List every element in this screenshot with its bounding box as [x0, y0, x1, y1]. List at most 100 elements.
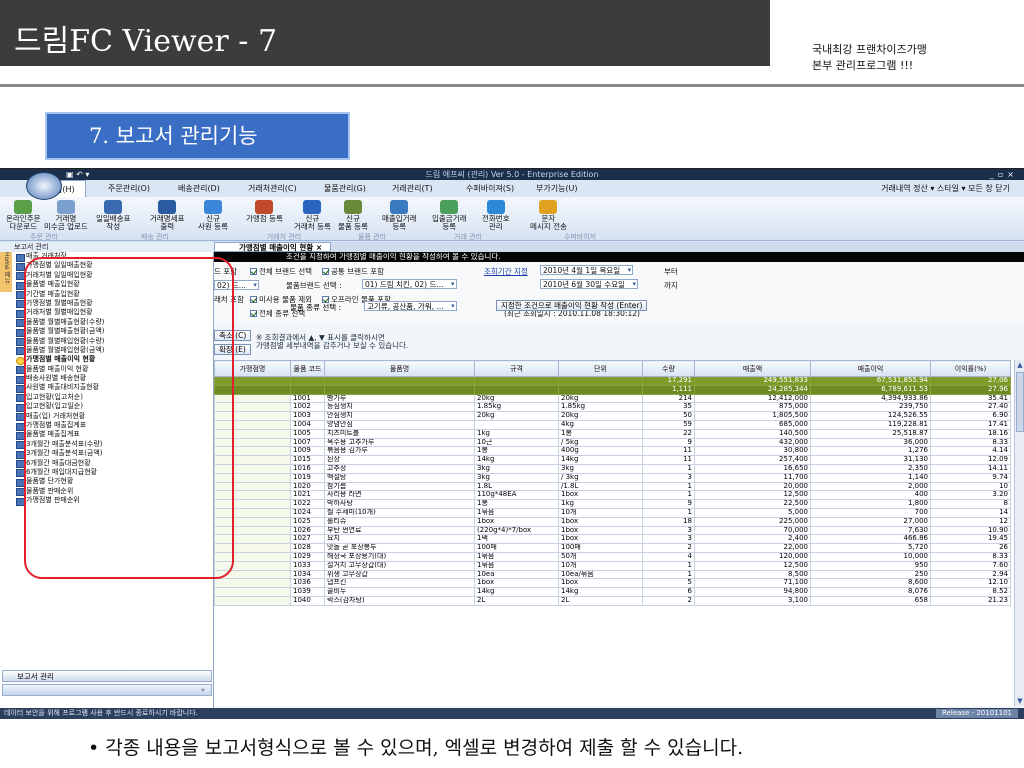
table-row[interactable]: 1022 박하사탕 1봉 1kg 9 22,500 1,800 8	[214, 499, 1011, 509]
table-row[interactable]: 1026 부탄 썬연료 (220g*4)*7/box 1box 3 70,000 7,630…	[214, 525, 1011, 536]
table-row[interactable]: 1033 설거지 고무장갑(대) 1묶음 10개 1 12,500 950 7.60	[214, 560, 1011, 571]
column-header[interactable]: 물품명	[324, 360, 475, 377]
table-row[interactable]: 1009 볶음용 김가루 1봉 400g 11 30,800 1,276 4.14	[214, 446, 1011, 457]
table-row[interactable]: 1005 치즈미트볼 1kg 1봉 22 140,500 25,518.87 18.16	[214, 428, 1011, 439]
franchise-cell	[214, 595, 291, 606]
table-row[interactable]: 1001 빵가루 20kg 20kg 214 12,412,000 4,394,933.86…	[214, 393, 1011, 404]
cell: 1묶음	[474, 560, 559, 571]
table-row[interactable]: 1020 참기름 1.8L/1.8L 1 20,000 2,000 10	[214, 481, 1011, 492]
date-from-picker[interactable]: 2010년 4월 1일 목요일	[540, 265, 634, 276]
empty-cell	[558, 376, 643, 386]
menu-5[interactable]: 거래관리(T)	[392, 180, 433, 197]
table-row[interactable]: 1007 옥수용 고추가루 10근/ 5kg 9 432,000 36,000 8.33	[214, 437, 1011, 448]
sidebar-expand-button[interactable]: »	[2, 684, 212, 696]
window-controls[interactable]: _▫×	[990, 169, 1018, 180]
column-header[interactable]: 단위	[558, 360, 643, 377]
ribbon-button-6[interactable]: 신규 거래처 등록	[294, 200, 331, 231]
cell: 1box	[558, 490, 643, 501]
summary-row[interactable]: 1,111 24,285,344 6,789,611.53 27.96	[214, 384, 1011, 395]
date-to-picker[interactable]: 2010년 6월 30일 수요일	[540, 279, 638, 290]
common-brand-checkbox[interactable]: 공통 브랜드 포함	[322, 266, 384, 277]
minimize-icon[interactable]: _	[990, 170, 998, 179]
close-icon[interactable]: ×	[1007, 170, 1018, 179]
cell: 12,500	[694, 490, 811, 501]
cell: 8	[930, 499, 1011, 509]
ribbon-button-3[interactable]: 거래명세표 출력	[150, 200, 185, 231]
table-row[interactable]: 1019 백설탕 3kg/ 3kg 3 11,700 1,140 9.74	[214, 472, 1011, 483]
vertical-scrollbar[interactable]: ▲ ▼	[1014, 360, 1024, 706]
ribbon-button-9[interactable]: 입출금거래 등록	[432, 200, 467, 231]
table-row[interactable]: 1003 안심생지 20kg 20kg 50 1,805,500 124,526.55 6.9…	[214, 411, 1011, 421]
cell: 1	[642, 463, 695, 474]
cell: 875,000	[694, 402, 811, 413]
ribbon-button-0[interactable]: 온라인주문 다운로드	[6, 200, 41, 231]
all-brand-checkbox[interactable]: 전체 브랜드 선택	[250, 266, 312, 277]
cell: 1box	[474, 516, 559, 527]
table-row[interactable]: 1028 맛돌 곧 포장봉투 100매 100매 2 22,000 5,720 26	[214, 543, 1011, 553]
cell: 94,800	[694, 587, 811, 597]
table-row[interactable]: 1015 된장 14kg 14kg 11 257,400 31,130 12.09	[214, 455, 1011, 465]
ribbon-button-10[interactable]: 전화번호 관리	[482, 200, 510, 231]
sidebar-home-tab[interactable]: Home 메뉴	[0, 252, 12, 292]
table-row[interactable]: 1016 고추장 3kg 3kg 1 16,650 2,350 14.11	[214, 463, 1011, 474]
ribbon-button-4[interactable]: 신규 사원 등록	[198, 200, 228, 231]
menu-6[interactable]: 수퍼바이져(S)	[466, 180, 514, 197]
tab-profit-report[interactable]: 가맹점별 매출이익 현황 ×	[214, 242, 332, 252]
menu-2[interactable]: 배송관리(D)	[178, 180, 220, 197]
cell: 1box	[558, 578, 643, 589]
menu-4[interactable]: 물품관리(G)	[324, 180, 366, 197]
ribbon-button-5[interactable]: 가맹점 등록	[246, 200, 283, 223]
cell: 225,000	[694, 516, 811, 527]
menu-right-tools[interactable]: 거래내역 정산 ▾ 스타일 ▾ 모든 창 닫기	[881, 180, 1010, 197]
period-link[interactable]: 조회기간 지정	[484, 266, 528, 277]
app-orb-button[interactable]	[26, 172, 62, 200]
cell: 롤티슈	[324, 516, 475, 527]
ribbon-button-8[interactable]: 매출입거래 등록	[382, 200, 417, 231]
table-row[interactable]: 1021 사리용 라면 110g*48EA 1box 1 12,500 400 3.20	[214, 490, 1011, 501]
table-row[interactable]: 1025 롤티슈 1box 1box 18 225,000 27,000 12	[214, 516, 1011, 527]
column-header[interactable]: 매출액	[694, 360, 811, 377]
ribbon-button-1[interactable]: 거래명 미수금 업로드	[44, 200, 88, 231]
scroll-down-icon[interactable]: ▼	[1015, 696, 1024, 706]
cell: 8.52	[930, 587, 1011, 597]
cell: 옥수용 고추가루	[324, 437, 475, 448]
sidebar-section-report[interactable]: 보고서 관리	[2, 670, 212, 682]
menu-7[interactable]: 부가기능(U)	[536, 180, 578, 197]
table-row[interactable]: 1040 락스(감자탕) 2L 2L 2 3,100 658 21.23	[214, 595, 1011, 606]
column-header[interactable]: 매출이익	[810, 360, 931, 377]
table-row[interactable]: 1029 해장국 포장용기(대) 1묶음 50개 4 120,000 10,000 8.33	[214, 551, 1011, 562]
table-row[interactable]: 1034 위생 고무장갑 10ea 10ea/묶음 1 8,500 250 2.94	[214, 569, 1011, 580]
quick-access-toolbar[interactable]: ▣ ↶ ▾	[66, 169, 89, 180]
table-row[interactable]: 1036 냅프킨 1box 1box 5 71,100 8,600 12.10	[214, 578, 1011, 589]
kind-select[interactable]: 고기류, 공산품, 가워, ...	[364, 301, 457, 311]
cell: 9	[642, 437, 695, 448]
cell: 사리용 라면	[324, 490, 475, 501]
table-row[interactable]: 1027 요지 1팩 1box 3 2,400 466.86 19.45	[214, 534, 1011, 545]
menu-1[interactable]: 주문관리(O)	[108, 180, 150, 197]
brand-select-label: 물품브랜드 선택 :	[286, 281, 342, 290]
summary-row[interactable]: 17,291 249,551,833 67,531,855.94 27.06	[214, 376, 1011, 386]
ribbon-button-11[interactable]: 문자 메시지 전송	[530, 200, 567, 231]
table-row[interactable]: 1002 등심생지 1.85kg 1.85kg 35 875,000 239,750 27.4…	[214, 402, 1011, 413]
ribbon-button-2[interactable]: 일일배송표 작성	[96, 200, 131, 231]
column-header[interactable]: 이익률(%)	[930, 360, 1011, 377]
column-header[interactable]: 규격	[474, 360, 559, 377]
run-report-button[interactable]: 지정한 조건으로 매출이익 현황 작성 (Enter)	[496, 300, 648, 311]
cell: 1	[642, 481, 695, 492]
brand-select[interactable]: 01) 드림 치킨, 02) 드...	[362, 279, 457, 290]
table-row[interactable]: 1039 콜비누 14kg 14kg 6 94,800 8,076 8.52	[214, 587, 1011, 597]
column-header[interactable]: 물품 코드	[290, 360, 325, 377]
cell: 22	[642, 428, 695, 439]
table-row[interactable]: 1024 철 수세미(10개) 1묶음 10개 1 5,000 700 14	[214, 507, 1011, 518]
scroll-up-icon[interactable]: ▲	[1015, 360, 1024, 370]
cell: 1004	[290, 419, 325, 430]
restore-icon[interactable]: ▫	[998, 170, 1007, 179]
cell: 1002	[290, 402, 325, 413]
ribbon-icon-8	[390, 200, 409, 214]
menu-3[interactable]: 거래처관리(C)	[248, 180, 297, 197]
cell: 5,000	[694, 507, 811, 518]
column-header[interactable]: 수량	[642, 360, 695, 377]
ribbon-button-7[interactable]: 신규 물품 등록	[338, 200, 368, 231]
scroll-thumb[interactable]	[1016, 372, 1024, 432]
table-row[interactable]: 1004 양념안심 4kg 59 685,000 119,228.81 17.41	[214, 419, 1011, 430]
